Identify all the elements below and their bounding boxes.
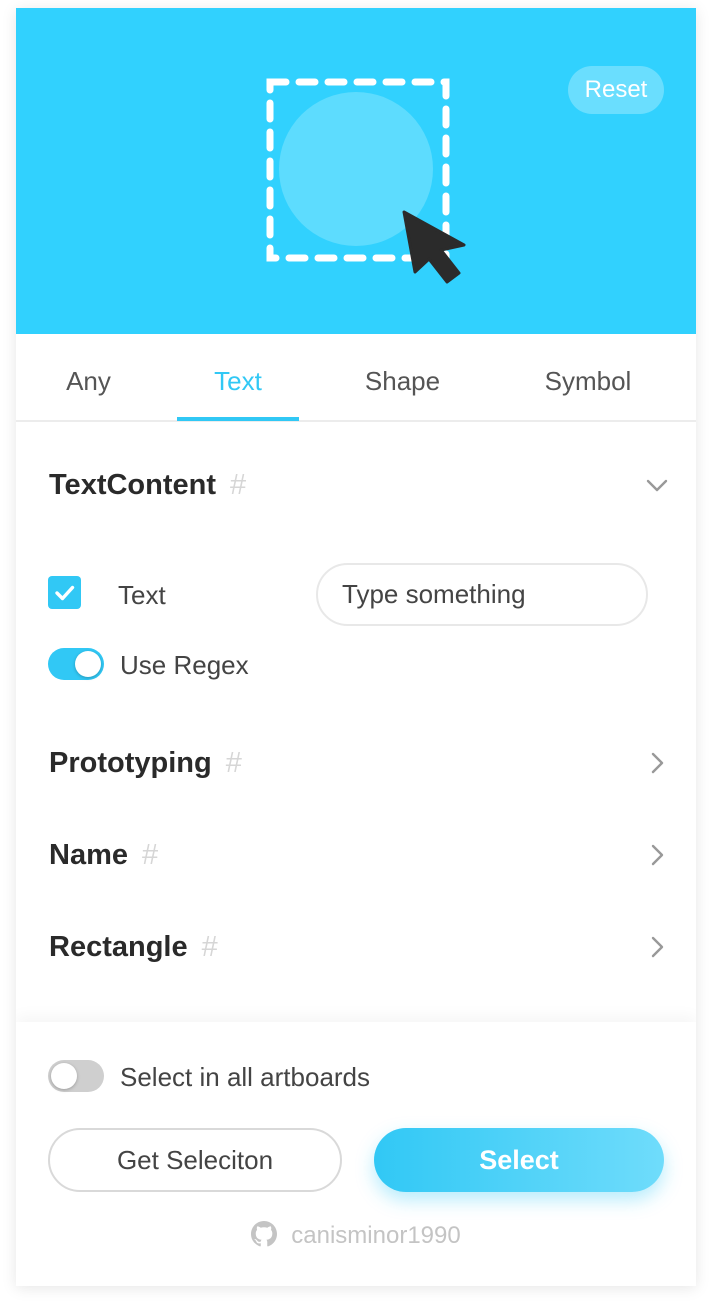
- tab-any[interactable]: Any: [16, 334, 161, 422]
- section-rectangle[interactable]: Rectangle #: [49, 922, 669, 972]
- hash-icon: #: [230, 469, 247, 501]
- get-selection-button[interactable]: Get Seleciton: [48, 1128, 342, 1192]
- plugin-panel: Reset Any Text Shape Symbol TextContent #…: [16, 8, 696, 1286]
- chevron-right-icon[interactable]: [645, 843, 669, 867]
- tab-symbol[interactable]: Symbol: [502, 334, 674, 422]
- github-icon: [251, 1221, 278, 1247]
- author-name: canisminor1990: [291, 1222, 461, 1249]
- hash-icon: #: [142, 839, 159, 871]
- cursor-icon: [402, 210, 466, 284]
- chevron-right-icon[interactable]: [645, 751, 669, 775]
- use-regex-toggle[interactable]: [48, 648, 104, 680]
- section-title: Prototyping #: [49, 747, 242, 779]
- chevron-right-icon[interactable]: [645, 935, 669, 959]
- all-artboards-toggle[interactable]: [48, 1060, 104, 1092]
- all-artboards-label: Select in all artboards: [120, 1062, 371, 1092]
- hash-icon: #: [201, 931, 218, 963]
- header-banner: Reset: [16, 8, 696, 334]
- section-name[interactable]: Name #: [49, 830, 669, 880]
- select-shape-illustration: [266, 78, 466, 284]
- tab-shape[interactable]: Shape: [315, 334, 490, 422]
- section-title: Name #: [49, 839, 159, 871]
- filter-tabs: Any Text Shape Symbol: [16, 334, 696, 422]
- text-content-input[interactable]: [316, 563, 648, 626]
- section-title: TextContent #: [49, 469, 247, 501]
- toggle-knob: [75, 651, 101, 677]
- footer: Select in all artboards Get Seleciton Se…: [16, 1022, 696, 1286]
- text-checkbox[interactable]: [48, 576, 81, 609]
- check-icon: [55, 585, 75, 601]
- select-button[interactable]: Select: [374, 1128, 664, 1192]
- use-regex-label: Use Regex: [120, 650, 249, 680]
- active-tab-indicator: [177, 417, 299, 421]
- text-checkbox-label: Text: [118, 580, 166, 610]
- section-textcontent[interactable]: TextContent #: [49, 460, 669, 510]
- section-title: Rectangle #: [49, 931, 218, 963]
- chevron-down-icon[interactable]: [645, 473, 669, 497]
- tab-text[interactable]: Text: [177, 334, 299, 422]
- toggle-knob: [51, 1063, 77, 1089]
- section-prototyping[interactable]: Prototyping #: [49, 738, 669, 788]
- hash-icon: #: [225, 747, 242, 779]
- reset-button[interactable]: Reset: [568, 66, 664, 114]
- author-credit[interactable]: canisminor1990: [16, 1220, 696, 1252]
